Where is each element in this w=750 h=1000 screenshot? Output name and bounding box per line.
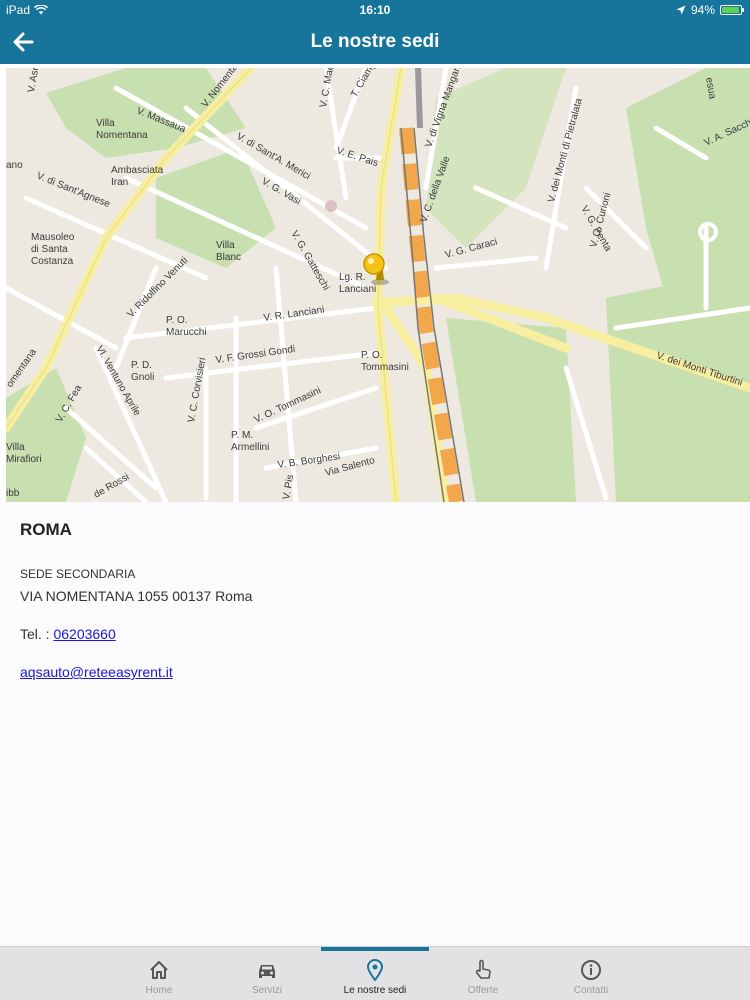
map-label: T. Ciampi: [349, 68, 379, 100]
map-label: V. Ridolfino Venuti: [125, 255, 190, 320]
map-label: P. D. Gnoli: [131, 360, 154, 383]
tab-servizi[interactable]: Servizi: [213, 947, 321, 1000]
info-icon: [581, 960, 601, 980]
home-icon: [150, 961, 168, 979]
tab-label-home: Home: [145, 985, 173, 996]
map-label: V. Asm: [26, 68, 42, 94]
map-label: V. C. Maes: [318, 68, 337, 109]
map-label: P. O. Marucchi: [166, 315, 207, 338]
location-arrow-icon: [676, 5, 686, 15]
park-monti-pietralata: [626, 68, 750, 298]
map-label: ibb: [6, 488, 20, 499]
status-time: 16:10: [359, 3, 391, 17]
battery-icon: [720, 5, 744, 15]
map-label: V. R. Lanciani: [263, 305, 325, 324]
status-bar: iPad 16:10 94%: [0, 0, 750, 20]
location-type: SEDE SECONDARIA: [20, 567, 136, 581]
location-details: ROMA SEDE SECONDARIA VIA NOMENTANA 1055 …: [0, 502, 750, 948]
phone-link[interactable]: 06203660: [53, 626, 115, 642]
tab-label-offerte: Offerte: [467, 985, 499, 996]
page-title: Le nostre sedi: [310, 31, 440, 52]
location-address: VIA NOMENTANA 1055 00137 Roma: [20, 588, 253, 604]
tab-le-nostre-sedi[interactable]: Le nostre sedi: [321, 947, 429, 1000]
hand-pointer-icon: [475, 959, 491, 979]
navigation-bar: Le nostre sedi: [0, 20, 750, 64]
map-label: ano: [6, 160, 23, 171]
battery-fill: [722, 7, 739, 13]
tab-offerte[interactable]: Offerte: [429, 947, 537, 1000]
car-icon: [259, 965, 275, 978]
location-pin-icon: [366, 959, 384, 981]
map-label: V. G. Gatteschi: [288, 229, 331, 292]
map-view[interactable]: V. Nomentana V. Massaua Villa Nomentana V. d…: [0, 64, 750, 502]
map-label: V. di Sant'Agnese: [35, 171, 112, 211]
map-poi-dot: [325, 200, 337, 212]
tab-label-contatti: Contatti: [573, 985, 609, 996]
map-label: Lg. R. Lanciani: [339, 272, 376, 295]
status-right: 94%: [676, 3, 744, 17]
email-link[interactable]: aqsauto@reteeasyrent.it: [20, 664, 173, 680]
tab-label-servizi: Servizi: [251, 985, 282, 996]
location-phone-row: Tel. : 06203660: [20, 626, 116, 642]
battery-percent: 94%: [690, 3, 715, 17]
map-label: Mausoleo di Santa Costanza: [31, 232, 75, 267]
tab-bar: Home Servizi Le nostre sedi Offerte Cont…: [0, 946, 750, 1000]
tab-label-le-nostre-sedi: Le nostre sedi: [343, 985, 407, 996]
location-city: ROMA: [20, 520, 72, 539]
map-label: P. M. Armellini: [231, 430, 269, 453]
phone-label: Tel. :: [20, 626, 50, 642]
tab-contatti[interactable]: Contatti: [537, 947, 645, 1000]
tab-home[interactable]: Home: [105, 947, 213, 1000]
map-label: V. dei Monti di Pietralata: [546, 97, 585, 204]
